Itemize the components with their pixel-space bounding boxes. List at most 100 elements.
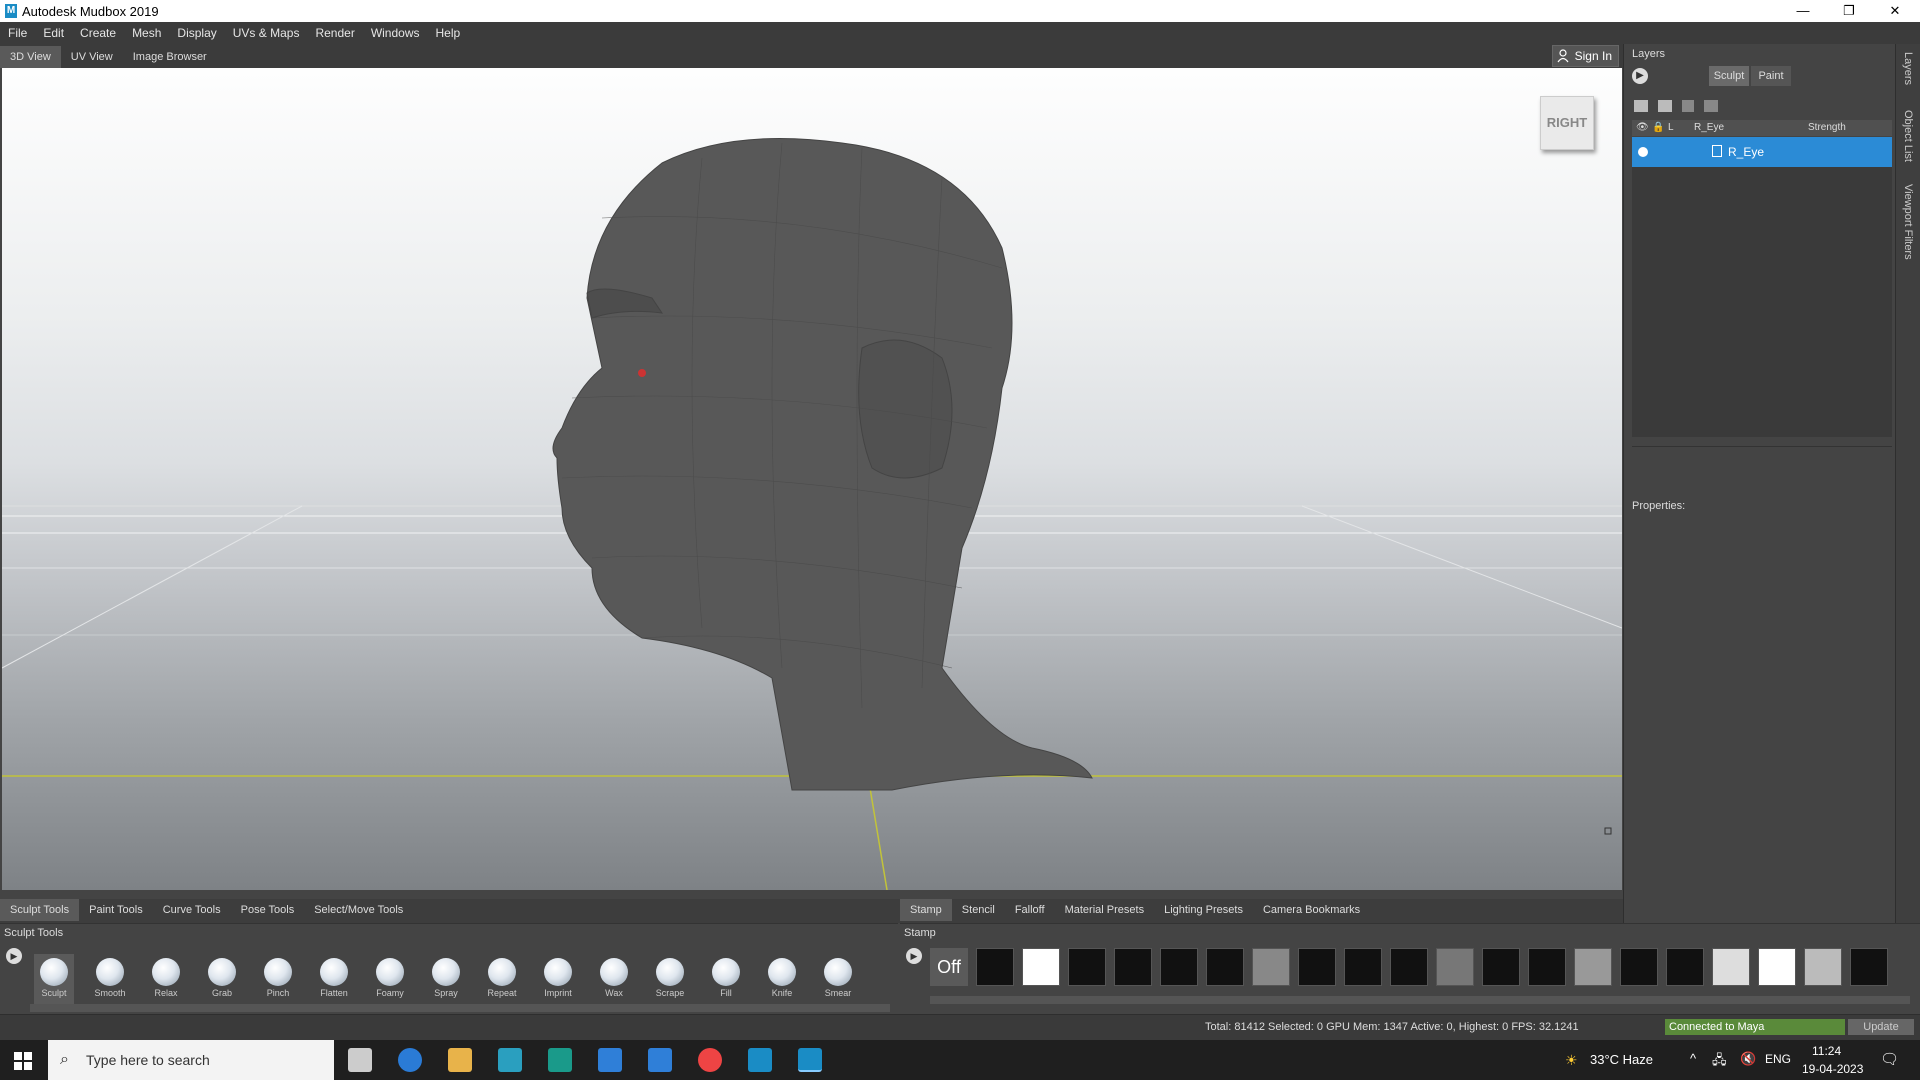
stamp-thumbnail[interactable] <box>1620 948 1658 986</box>
tab-pose-tools[interactable]: Pose Tools <box>231 899 305 921</box>
file-explorer-icon[interactable] <box>448 1048 472 1072</box>
tool-scrape[interactable]: Scrape <box>650 954 690 1004</box>
tool-pinch[interactable]: Pinch <box>258 954 298 1004</box>
app-maya-icon[interactable] <box>548 1048 572 1072</box>
sculpt-mode-button[interactable]: Sculpt <box>1709 66 1749 86</box>
side-tab-layers[interactable]: Layers <box>1902 52 1914 85</box>
stamp-thumbnail[interactable] <box>1528 948 1566 986</box>
arrow-right-icon[interactable]: ▶ <box>6 948 22 964</box>
eye-icon[interactable]: 👁 <box>1636 122 1649 133</box>
tool-smear[interactable]: Smear <box>818 954 858 1004</box>
stamp-thumbnail[interactable] <box>1298 948 1336 986</box>
stamp-thumbnail[interactable] <box>1850 948 1888 986</box>
edge-browser-icon[interactable] <box>398 1048 422 1072</box>
stamp-thumbnail[interactable] <box>1482 948 1520 986</box>
folder-icon[interactable] <box>1658 100 1672 112</box>
chevron-up-icon[interactable]: ^ <box>1690 1051 1696 1066</box>
tool-wax[interactable]: Wax <box>594 954 634 1004</box>
menu-mesh[interactable]: Mesh <box>124 22 169 44</box>
tab-falloff[interactable]: Falloff <box>1005 899 1055 921</box>
stamp-thumbnail[interactable] <box>1344 948 1382 986</box>
stamp-thumbnail[interactable] <box>1114 948 1152 986</box>
windows-start-icon[interactable] <box>14 1052 32 1070</box>
trash-icon[interactable] <box>1682 100 1694 112</box>
menu-display[interactable]: Display <box>169 22 224 44</box>
menu-help[interactable]: Help <box>428 22 469 44</box>
arrow-right-icon[interactable]: ▶ <box>1632 68 1648 84</box>
tool-flatten[interactable]: Flatten <box>314 954 354 1004</box>
mudbox-icon[interactable] <box>748 1048 772 1072</box>
stamp-scrollbar[interactable] <box>930 996 1910 1004</box>
stamp-thumbnail[interactable] <box>1022 948 1060 986</box>
tool-relax[interactable]: Relax <box>146 954 186 1004</box>
tab-sculpt-tools[interactable]: Sculpt Tools <box>0 899 80 921</box>
sculpt-scrollbar[interactable] <box>30 1004 890 1012</box>
tab-image-browser[interactable]: Image Browser <box>123 46 217 68</box>
arrow-right-icon[interactable]: ▶ <box>906 948 922 964</box>
stamp-thumbnail[interactable] <box>1436 948 1474 986</box>
tool-spray[interactable]: Spray <box>426 954 466 1004</box>
mudbox-active-icon[interactable] <box>798 1048 822 1072</box>
menu-file[interactable]: File <box>0 22 35 44</box>
stamp-thumbnail[interactable] <box>1712 948 1750 986</box>
tool-knife[interactable]: Knife <box>762 954 802 1004</box>
tool-repeat[interactable]: Repeat <box>482 954 522 1004</box>
tab-curve-tools[interactable]: Curve Tools <box>153 899 231 921</box>
stamp-thumbnail[interactable] <box>1252 948 1290 986</box>
close-button[interactable]: ✕ <box>1872 0 1918 22</box>
stamp-thumbnail[interactable] <box>1804 948 1842 986</box>
tool-foamy[interactable]: Foamy <box>370 954 410 1004</box>
side-tab-viewport-filters[interactable]: Viewport Filters <box>1902 184 1914 260</box>
3d-viewport[interactable]: RIGHT <box>2 68 1622 890</box>
app-3ds-max-icon[interactable] <box>498 1048 522 1072</box>
stamp-thumbnail[interactable] <box>1574 948 1612 986</box>
network-icon[interactable]: 🖧 <box>1712 1051 1727 1073</box>
stamp-thumbnail[interactable] <box>1068 948 1106 986</box>
duplicate-layer-icon[interactable] <box>1704 100 1718 112</box>
stamp-thumbnail[interactable] <box>1666 948 1704 986</box>
tab-select-move-tools[interactable]: Select/Move Tools <box>304 899 413 921</box>
update-button[interactable]: Update <box>1848 1019 1914 1035</box>
clock-date[interactable]: 19-04-2023 <box>1802 1062 1863 1076</box>
tab-paint-tools[interactable]: Paint Tools <box>79 899 153 921</box>
volume-icon[interactable]: 🔇 <box>1740 1051 1756 1067</box>
tab-lighting-presets[interactable]: Lighting Presets <box>1154 899 1253 921</box>
notification-icon[interactable]: 🗨 <box>1880 1050 1899 1068</box>
menu-create[interactable]: Create <box>72 22 124 44</box>
language-indicator[interactable]: ENG <box>1765 1052 1791 1066</box>
lock-icon[interactable]: 🔒 <box>1652 122 1664 133</box>
panel-divider[interactable] <box>1632 446 1892 447</box>
tab-stamp[interactable]: Stamp <box>900 899 952 921</box>
stamp-thumbnail[interactable] <box>1160 948 1198 986</box>
menu-edit[interactable]: Edit <box>35 22 72 44</box>
stamp-thumbnail[interactable] <box>1758 948 1796 986</box>
mail-icon[interactable] <box>648 1048 672 1072</box>
task-view-icon[interactable] <box>348 1048 372 1072</box>
taskbar-search[interactable]: ⌕ Type here to search <box>48 1040 334 1080</box>
restore-button[interactable]: ❐ <box>1826 0 1872 22</box>
sign-in-button[interactable]: Sign In <box>1551 45 1619 67</box>
new-layer-icon[interactable] <box>1634 100 1648 112</box>
tab-stencil[interactable]: Stencil <box>952 899 1005 921</box>
menu-uvs-maps[interactable]: UVs & Maps <box>225 22 308 44</box>
tab-3d-view[interactable]: 3D View <box>0 46 61 68</box>
tool-sculpt[interactable]: Sculpt <box>34 954 74 1004</box>
viewcube[interactable]: RIGHT <box>1540 96 1594 150</box>
menu-windows[interactable]: Windows <box>363 22 428 44</box>
layer-row[interactable]: R_Eye <box>1632 137 1892 167</box>
stamp-thumbnail[interactable] <box>1206 948 1244 986</box>
chrome-icon[interactable] <box>698 1048 722 1072</box>
minimize-button[interactable]: — <box>1780 0 1826 22</box>
paint-mode-button[interactable]: Paint <box>1751 66 1791 86</box>
tab-camera-bookmarks[interactable]: Camera Bookmarks <box>1253 899 1370 921</box>
tab-material-presets[interactable]: Material Presets <box>1055 899 1154 921</box>
store-icon[interactable] <box>598 1048 622 1072</box>
weather-text[interactable]: 33°C Haze <box>1590 1052 1653 1067</box>
stamp-thumbnail[interactable] <box>1390 948 1428 986</box>
side-tab-object-list[interactable]: Object List <box>1902 110 1914 162</box>
visibility-dot-icon[interactable] <box>1638 147 1648 157</box>
tab-uv-view[interactable]: UV View <box>61 46 123 68</box>
tool-fill[interactable]: Fill <box>706 954 746 1004</box>
stamp-thumbnail[interactable] <box>976 948 1014 986</box>
tool-smooth[interactable]: Smooth <box>90 954 130 1004</box>
